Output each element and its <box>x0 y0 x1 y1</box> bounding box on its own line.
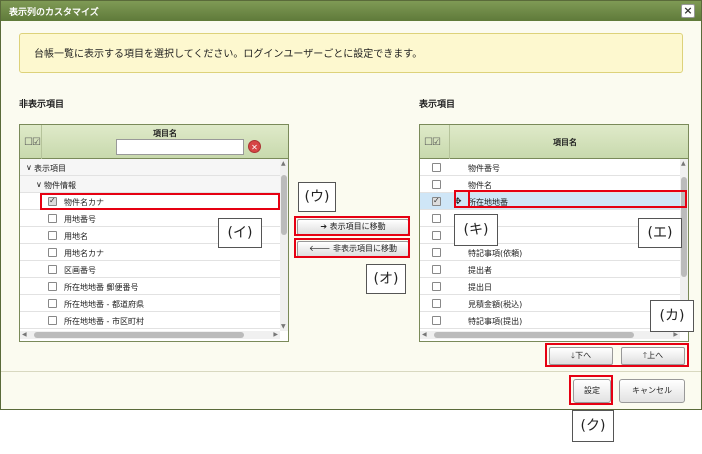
highlight-box-ki <box>454 190 470 208</box>
filter-input[interactable] <box>116 139 244 155</box>
display-items-title: 表示項目 <box>419 100 456 110</box>
select-all-icon[interactable]: ☐☑ <box>24 137 41 148</box>
group-label: 表示項目 <box>34 164 66 173</box>
item-checkbox[interactable] <box>48 316 57 325</box>
scrollbar-thumb[interactable] <box>434 332 634 338</box>
callout-ki: (キ) <box>454 214 498 246</box>
item-checkbox[interactable] <box>432 180 441 189</box>
item-label: 用地名カナ <box>64 249 104 258</box>
item-checkbox[interactable] <box>48 299 57 308</box>
item-checkbox[interactable] <box>432 282 441 291</box>
item-checkbox[interactable] <box>48 248 57 257</box>
item-checkbox[interactable] <box>432 214 441 223</box>
vertical-scrollbar[interactable]: ▲ ▼ <box>280 159 288 331</box>
item-label: 区画番号 <box>64 266 96 275</box>
item-checkbox[interactable] <box>432 231 441 240</box>
close-button[interactable]: × <box>681 4 695 18</box>
item-label: 所在地地番 - 市区町村 <box>64 317 144 326</box>
scroll-left-icon[interactable]: ◀ <box>22 331 27 338</box>
horizontal-scrollbar[interactable]: ◀ ▶ <box>420 331 680 339</box>
scrollbar-thumb[interactable] <box>281 175 287 235</box>
highlight-box-ku <box>569 375 613 405</box>
item-checkbox[interactable] <box>432 299 441 308</box>
list-item[interactable]: 物件番号 <box>420 159 682 176</box>
list-item[interactable]: 区画番号 <box>20 261 282 278</box>
item-checkbox[interactable] <box>432 316 441 325</box>
callout-ku: (ク) <box>572 410 614 442</box>
item-checkbox[interactable] <box>432 196 441 206</box>
display-items-header: ☐☑ 項目名 <box>420 125 688 159</box>
callout-e: (エ) <box>638 218 682 248</box>
item-checkbox[interactable] <box>48 265 57 274</box>
item-checkbox[interactable] <box>48 282 57 291</box>
scroll-right-icon[interactable]: ▶ <box>273 331 278 338</box>
list-item[interactable]: 所在地地番 - 市区町村 <box>20 312 282 329</box>
scroll-left-icon[interactable]: ◀ <box>422 331 427 338</box>
item-label: 特記事項(提出) <box>468 317 523 326</box>
callout-ka: (カ) <box>650 300 694 332</box>
scroll-up-icon[interactable]: ▲ <box>681 160 686 167</box>
item-label: 所在地地番 - 都道府県 <box>64 300 144 309</box>
list-item[interactable]: 提出日 <box>420 278 682 295</box>
dialog-title: 表示列のカスタマイズ <box>9 8 99 18</box>
item-label: 特記事項(依頼) <box>468 249 523 258</box>
chevron-down-icon[interactable]: ∨ <box>26 163 32 172</box>
item-checkbox[interactable] <box>432 265 441 274</box>
group-row[interactable]: ∨ 表示項目 <box>20 159 282 176</box>
callout-u: (ウ) <box>298 182 336 212</box>
highlight-box-u <box>294 216 410 236</box>
list-item[interactable]: 提出者 <box>420 261 682 278</box>
item-checkbox[interactable] <box>432 248 441 257</box>
item-checkbox[interactable] <box>432 163 441 172</box>
item-label: 提出者 <box>468 266 492 275</box>
column-header-item-name: 項目名 <box>153 129 177 138</box>
column-header-item-name: 項目名 <box>553 138 577 147</box>
item-label: 用地番号 <box>64 215 96 224</box>
item-checkbox[interactable] <box>48 214 57 223</box>
filter-clear-icon[interactable]: ✕ <box>248 140 261 153</box>
scroll-down-icon[interactable]: ▼ <box>281 323 286 330</box>
item-label: 見積金額(税込) <box>468 300 523 309</box>
scroll-up-icon[interactable]: ▲ <box>281 160 286 167</box>
highlight-box-i <box>40 193 280 210</box>
item-label: 物件番号 <box>468 164 500 173</box>
callout-o: (オ) <box>366 264 406 294</box>
callout-i: (イ) <box>218 218 262 248</box>
item-label: 所在地地番 郵便番号 <box>64 283 139 292</box>
highlight-box-ka <box>545 343 689 367</box>
item-label: 用地名 <box>64 232 88 241</box>
subgroup-label: 物件情報 <box>44 181 76 190</box>
select-all-column[interactable]: ☐☑ <box>20 125 42 159</box>
footer-divider <box>1 371 701 372</box>
horizontal-scrollbar[interactable]: ◀ ▶ <box>20 331 280 339</box>
highlight-box-o <box>294 238 410 258</box>
highlight-box-e <box>454 190 687 208</box>
select-all-icon[interactable]: ☐☑ <box>424 137 441 148</box>
cancel-button[interactable]: キャンセル <box>619 379 685 403</box>
chevron-down-icon[interactable]: ∨ <box>36 180 42 189</box>
item-label: 提出日 <box>468 283 492 292</box>
dialog-titlebar: 表示列のカスタマイズ × <box>1 1 701 21</box>
hidden-items-title: 非表示項目 <box>19 100 65 110</box>
list-item[interactable]: 特記事項(提出) <box>420 312 682 329</box>
subgroup-row[interactable]: ∨ 物件情報 <box>20 176 282 193</box>
list-item[interactable]: 見積金額(税込) <box>420 295 682 312</box>
scrollbar-thumb[interactable] <box>34 332 244 338</box>
list-item[interactable]: 所在地地番 郵便番号 <box>20 278 282 295</box>
scroll-right-icon[interactable]: ▶ <box>673 331 678 338</box>
list-item[interactable]: 所在地地番 - 都道府県 <box>20 295 282 312</box>
instruction-notice: 台帳一覧に表示する項目を選択してください。ログインユーザーごとに設定できます。 <box>19 33 683 73</box>
hidden-items-header: ☐☑ 項目名 ✕ <box>20 125 288 159</box>
item-checkbox[interactable] <box>48 231 57 240</box>
